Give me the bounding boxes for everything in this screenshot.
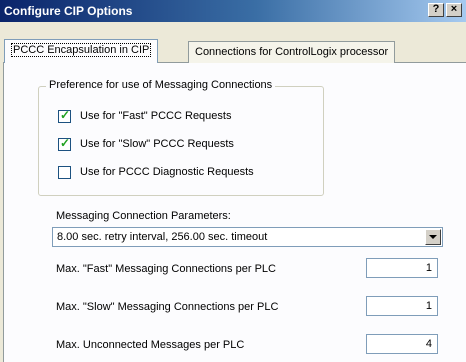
check-icon: ✓ xyxy=(60,136,71,150)
close-button[interactable]: × xyxy=(446,3,462,17)
tab-controllogix-connections[interactable]: Connections for ControlLogix processor xyxy=(188,41,396,63)
diagnostic-pccc-label: Use for PCCC Diagnostic Requests xyxy=(80,166,254,178)
max-unconnected-messages-input[interactable]: 4 xyxy=(366,334,438,354)
max-fast-connections-input[interactable]: 1 xyxy=(366,258,438,278)
max-unconnected-messages-label: Max. Unconnected Messages per PLC xyxy=(56,339,245,351)
messaging-parameters-select[interactable]: 8.00 sec. retry interval, 256.00 sec. ti… xyxy=(52,227,443,247)
max-slow-connections-input[interactable]: 1 xyxy=(366,296,438,316)
fast-pccc-label: Use for "Fast" PCCC Requests xyxy=(80,110,232,122)
preference-group-title: Preference for use of Messaging Connecti… xyxy=(46,79,276,91)
max-fast-connections-label: Max. "Fast" Messaging Connections per PL… xyxy=(56,263,276,275)
tab-pccc-encapsulation[interactable]: PCCC Encapsulation in CIP xyxy=(4,39,159,63)
max-slow-connections-label: Max. "Slow" Messaging Connections per PL… xyxy=(56,301,279,313)
title-bar[interactable]: Configure CIP Options ? × xyxy=(0,0,466,22)
help-button[interactable]: ? xyxy=(428,3,444,17)
tab-label: Connections for ControlLogix processor xyxy=(195,46,389,58)
window-title: Configure CIP Options xyxy=(4,4,133,18)
fast-pccc-checkbox[interactable]: ✓ xyxy=(58,108,71,123)
diagnostic-pccc-checkbox[interactable] xyxy=(58,166,71,179)
check-icon: ✓ xyxy=(60,108,71,122)
messaging-parameters-label: Messaging Connection Parameters: xyxy=(56,210,231,222)
slow-pccc-label: Use for "Slow" PCCC Requests xyxy=(80,138,234,150)
tab-label: PCCC Encapsulation in CIP xyxy=(11,43,152,57)
configure-cip-options-dialog: Configure CIP Options ? × PCCC Encapsula… xyxy=(0,0,466,362)
slow-pccc-checkbox[interactable]: ✓ xyxy=(58,136,71,151)
chevron-down-icon[interactable] xyxy=(425,229,441,245)
selected-value: 8.00 sec. retry interval, 256.00 sec. ti… xyxy=(57,231,268,243)
